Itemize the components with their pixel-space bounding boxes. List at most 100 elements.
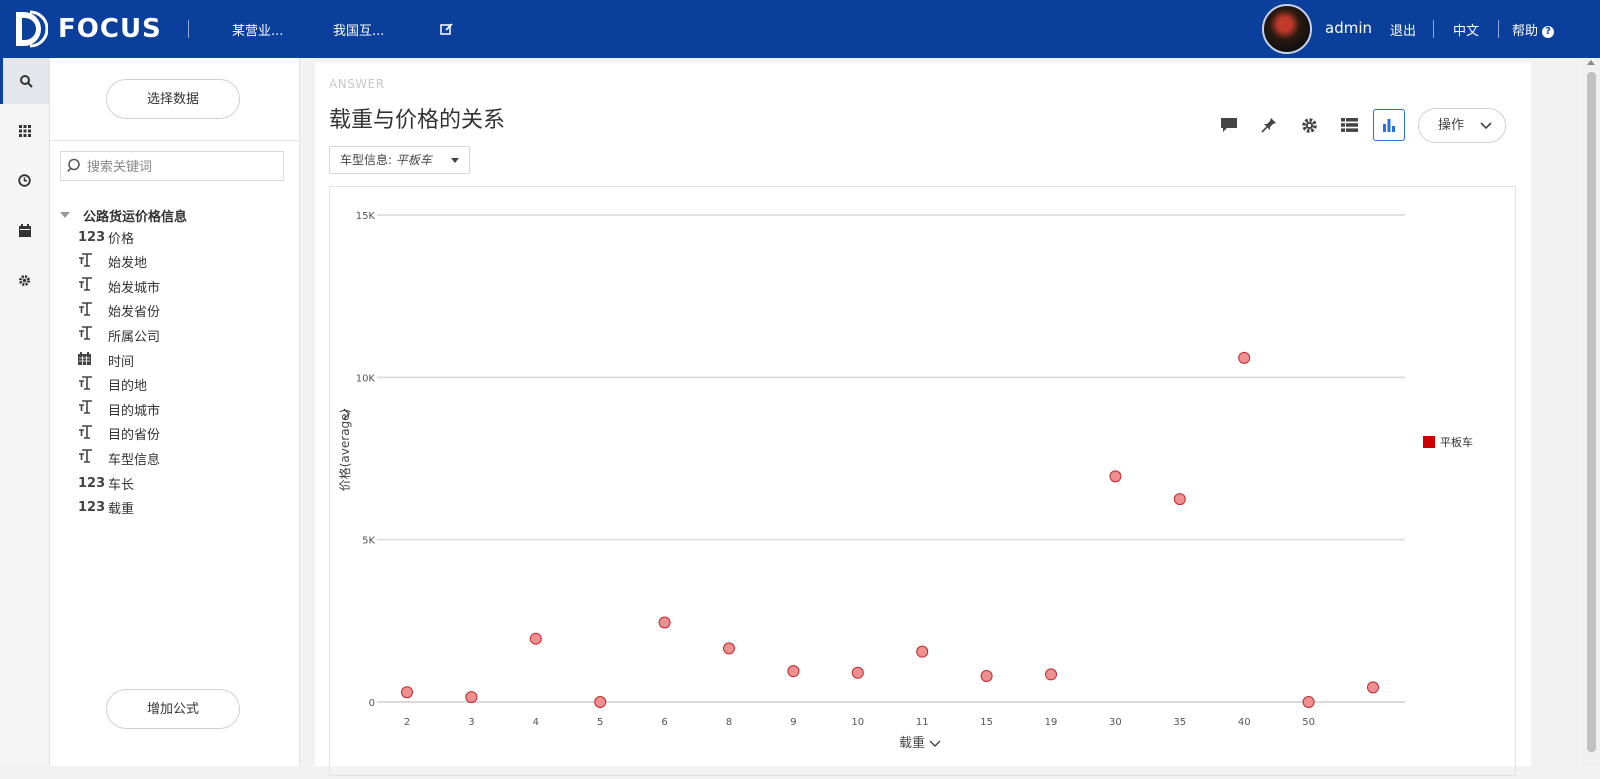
list-icon bbox=[1340, 118, 1358, 132]
field-item[interactable]: 目的城市 bbox=[78, 398, 278, 420]
grid-icon bbox=[18, 125, 31, 137]
data-point bbox=[465, 691, 478, 704]
data-point bbox=[916, 645, 929, 658]
avatar[interactable] bbox=[1262, 4, 1312, 54]
search-icon bbox=[67, 158, 80, 173]
comment-button[interactable] bbox=[1213, 109, 1245, 141]
settings-icon bbox=[1301, 117, 1317, 133]
select-data-button[interactable]: 选择数据 bbox=[106, 79, 240, 119]
table-name[interactable]: 公路货运价格信息 bbox=[83, 206, 187, 225]
chart-area: 0 5K 10K 15K 2 3 4 5 6 8 9 10 11 15 19 30 35 40 50 载重 价格(ave… bbox=[329, 186, 1516, 776]
data-point bbox=[980, 670, 993, 683]
calendar-icon bbox=[18, 223, 31, 237]
x-tick-label: 6 bbox=[661, 717, 667, 728]
page-scrollbar[interactable] bbox=[1582, 58, 1600, 766]
answer-tag: ANSWER bbox=[329, 77, 385, 91]
text-type-icon bbox=[78, 326, 108, 344]
data-point bbox=[1045, 668, 1057, 681]
legend-label: 平板车 bbox=[1440, 435, 1473, 449]
nav-schedule[interactable] bbox=[0, 207, 49, 253]
brand-name[interactable]: FOCUS bbox=[58, 14, 162, 44]
vehicle-type-filter[interactable]: 车型信息: 平板车 bbox=[329, 146, 470, 174]
nav-search[interactable] bbox=[0, 58, 49, 104]
search-input[interactable] bbox=[85, 156, 279, 178]
nav-settings[interactable] bbox=[0, 257, 49, 303]
data-point bbox=[658, 616, 671, 629]
clock-icon bbox=[18, 173, 31, 187]
field-item[interactable]: 时间 bbox=[78, 349, 278, 371]
tab-retail[interactable]: 某营业... bbox=[232, 20, 283, 39]
panel-divider bbox=[50, 140, 299, 141]
field-item[interactable]: 所属公司 bbox=[78, 324, 278, 346]
data-point bbox=[787, 665, 800, 678]
y-tick-label: 0 bbox=[369, 698, 375, 709]
field-item[interactable]: 车型信息 bbox=[78, 447, 278, 469]
actions-dropdown[interactable]: 操作 bbox=[1418, 108, 1506, 143]
y-tick-label: 15K bbox=[356, 211, 376, 222]
data-panel: 选择数据 公路货运价格信息 123价格始发地始发城市始发省份所属公司时间目的地目… bbox=[50, 58, 300, 766]
data-point bbox=[723, 642, 735, 655]
user-name[interactable]: admin bbox=[1325, 19, 1372, 37]
tree-collapse-icon[interactable] bbox=[60, 212, 70, 218]
data-point bbox=[851, 666, 864, 679]
field-item[interactable]: 123 车长 bbox=[78, 472, 278, 494]
x-tick-label: 8 bbox=[726, 717, 732, 728]
table-view-button[interactable] bbox=[1333, 109, 1365, 141]
field-item[interactable]: 始发城市 bbox=[78, 275, 278, 297]
chart-view-button[interactable] bbox=[1373, 109, 1405, 141]
y-tick-label: 10K bbox=[356, 373, 376, 384]
calendar-icon bbox=[78, 351, 108, 369]
nav-history[interactable] bbox=[0, 157, 49, 203]
focus-logo-icon[interactable] bbox=[10, 8, 48, 50]
field-item[interactable]: 始发地 bbox=[78, 251, 278, 273]
field-name: 载重 bbox=[108, 502, 135, 518]
text-type-icon bbox=[78, 400, 108, 418]
field-item[interactable]: 目的省份 bbox=[78, 423, 278, 445]
x-tick-label: 35 bbox=[1173, 717, 1186, 728]
x-tick-label: 9 bbox=[790, 717, 796, 728]
x-tick-label: 2 bbox=[404, 717, 410, 728]
language-link[interactable]: 中文 bbox=[1453, 20, 1479, 39]
help-link[interactable]: 帮助? bbox=[1512, 20, 1555, 39]
field-name: 始发省份 bbox=[108, 305, 161, 321]
x-tick-label: 4 bbox=[533, 717, 539, 728]
field-item[interactable]: 123 载重 bbox=[78, 497, 278, 519]
add-formula-button[interactable]: 增加公式 bbox=[106, 689, 240, 729]
x-tick-label: 40 bbox=[1238, 717, 1251, 728]
y-axis-title: 价格(average) bbox=[337, 409, 352, 492]
field-item[interactable]: 始发省份 bbox=[78, 300, 278, 322]
settings-button[interactable] bbox=[1293, 109, 1325, 141]
field-name: 始发地 bbox=[108, 256, 148, 272]
field-name: 时间 bbox=[108, 354, 135, 370]
legend-swatch bbox=[1423, 436, 1435, 448]
header-divider bbox=[188, 20, 189, 38]
pin-button[interactable] bbox=[1253, 109, 1285, 141]
field-name: 始发城市 bbox=[108, 280, 161, 296]
field-item[interactable]: 目的地 bbox=[78, 374, 278, 396]
data-point bbox=[1109, 470, 1122, 483]
scroll-thumb[interactable] bbox=[1587, 72, 1596, 752]
numeric-type-icon: 123 bbox=[78, 500, 106, 516]
edit-icon[interactable] bbox=[440, 22, 454, 36]
field-name: 车型信息 bbox=[108, 452, 161, 468]
scroll-up-icon[interactable] bbox=[1587, 60, 1595, 65]
text-type-icon bbox=[78, 449, 108, 467]
pin-icon bbox=[1261, 118, 1276, 133]
data-point bbox=[1173, 493, 1186, 506]
header-divider bbox=[1433, 20, 1434, 38]
filter-value: 平板车 bbox=[395, 153, 432, 167]
text-type-icon bbox=[78, 375, 108, 394]
x-tick-label: 10 bbox=[851, 717, 864, 728]
field-name: 车长 bbox=[108, 477, 135, 493]
chevron-down-icon bbox=[1480, 122, 1492, 130]
keyword-search[interactable] bbox=[60, 151, 284, 181]
field-name: 所属公司 bbox=[108, 329, 161, 345]
bar-chart-icon bbox=[1383, 119, 1395, 132]
field-item[interactable]: 123 价格 bbox=[78, 226, 278, 248]
page-title: 载重与价格的关系 bbox=[329, 108, 506, 133]
nav-apps[interactable] bbox=[0, 108, 49, 154]
logout-link[interactable]: 退出 bbox=[1390, 20, 1416, 39]
tab-internet[interactable]: 我国互... bbox=[333, 20, 384, 39]
nav-rail bbox=[0, 58, 50, 766]
text-type-icon bbox=[78, 424, 108, 443]
